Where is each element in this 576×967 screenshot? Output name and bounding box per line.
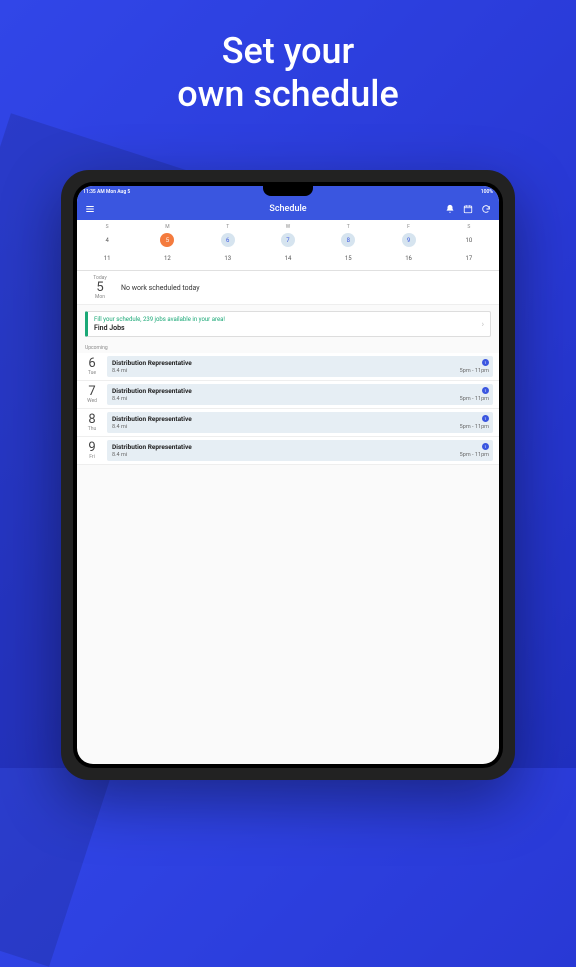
calendar-day[interactable]: 10 [439, 232, 499, 248]
job-distance: 8.4 mi [112, 452, 488, 458]
dow-label: S [439, 224, 499, 230]
job-distance: 8.4 mi [112, 396, 488, 402]
job-time: 5pm - 11pm [460, 368, 489, 374]
job-card[interactable]: Distribution Representative8.4 mi 1 5pm - … [107, 384, 493, 405]
job-title: Distribution Representative [112, 387, 488, 395]
job-distance: 8.4 mi [112, 368, 488, 374]
job-date-num: 9 [77, 441, 107, 454]
today-dow: Mon [85, 294, 115, 300]
dow-label: M [137, 224, 197, 230]
status-battery: 100% [481, 189, 493, 195]
calendar-day-num: 9 [402, 233, 416, 247]
job-badge: 1 [482, 443, 489, 450]
tablet-bezel: 11:35 AM Mon Aug 5 100% Schedule SMTWT [73, 182, 503, 768]
calendar-day[interactable]: 4 [77, 232, 137, 248]
calendar-day[interactable]: 8 [318, 232, 378, 248]
job-card[interactable]: Distribution Representative8.4 mi 1 5pm - … [107, 440, 493, 461]
job-date: 8Thu [77, 409, 107, 436]
job-card[interactable]: Distribution Representative8.4 mi 1 5pm - … [107, 412, 493, 433]
notch [263, 186, 313, 196]
job-date-dow: Wed [77, 398, 107, 404]
calendar-day[interactable]: 12 [137, 250, 197, 266]
refresh-icon[interactable] [481, 204, 491, 214]
today-message: No work scheduled today [115, 284, 200, 292]
hero-line2: own schedule [177, 73, 399, 115]
calendar-day[interactable]: 9 [378, 232, 438, 248]
calendar-day-num: 4 [100, 233, 114, 247]
job-title: Distribution Representative [112, 359, 488, 367]
job-badge: 1 [482, 359, 489, 366]
dow-label: F [378, 224, 438, 230]
bell-icon[interactable] [445, 204, 455, 214]
calendar-day[interactable]: 6 [198, 232, 258, 248]
calendar-day-num: 6 [221, 233, 235, 247]
job-date-num: 8 [77, 413, 107, 426]
job-card[interactable]: Distribution Representative8.4 mi 1 5pm - … [107, 356, 493, 377]
hero-line1: Set your [222, 30, 355, 72]
job-title: Distribution Representative [112, 415, 488, 423]
job-date-dow: Thu [77, 426, 107, 432]
today-date: Today 5 Mon [85, 275, 115, 300]
calendar-day-num: 7 [281, 233, 295, 247]
calendar-day[interactable]: 5 [137, 232, 197, 248]
calendar-day[interactable]: 16 [378, 250, 438, 266]
chevron-right-icon: › [482, 320, 484, 329]
status-time: 11:35 AM Mon Aug 5 [83, 189, 130, 195]
job-date: 6Tue [77, 353, 107, 380]
calendar-day[interactable]: 13 [198, 250, 258, 266]
job-date-num: 7 [77, 385, 107, 398]
job-badge: 1 [482, 387, 489, 394]
tablet-frame: 11:35 AM Mon Aug 5 100% Schedule SMTWT [61, 170, 515, 780]
menu-icon[interactable] [85, 204, 95, 214]
job-title: Distribution Representative [112, 443, 488, 451]
dow-label: T [318, 224, 378, 230]
job-time: 5pm - 11pm [460, 396, 489, 402]
job-row: 8Thu Distribution Representative8.4 mi 1 5p… [77, 409, 499, 437]
calendar-day-num: 5 [160, 233, 174, 247]
job-date-dow: Fri [77, 454, 107, 460]
job-distance: 8.4 mi [112, 424, 488, 430]
job-row: 9Fri Distribution Representative8.4 mi 1 5p… [77, 437, 499, 465]
dow-label: W [258, 224, 318, 230]
calendar-day[interactable]: 17 [439, 250, 499, 266]
calendar-day-num: 8 [341, 233, 355, 247]
job-date: 7Wed [77, 381, 107, 408]
job-date-num: 6 [77, 357, 107, 370]
job-time: 5pm - 11pm [460, 452, 489, 458]
calendar-day[interactable]: 14 [258, 250, 318, 266]
job-row: 7Wed Distribution Representative8.4 mi 1 5p… [77, 381, 499, 409]
top-bar: Schedule [77, 198, 499, 220]
job-date-dow: Tue [77, 370, 107, 376]
job-row: 6Tue Distribution Representative8.4 mi 1 5p… [77, 353, 499, 381]
calendar-day-num: 10 [462, 233, 476, 247]
calendar-strip: SMTWTFS 45678910 11121314151617 [77, 220, 499, 271]
today-row: Today 5 Mon No work scheduled today [77, 271, 499, 305]
calendar-day[interactable]: 15 [318, 250, 378, 266]
dow-label: S [77, 224, 137, 230]
app-screen: 11:35 AM Mon Aug 5 100% Schedule SMTWT [77, 186, 499, 764]
today-num: 5 [85, 281, 115, 294]
job-badge: 1 [482, 415, 489, 422]
promo-text: Fill your schedule, 239 jobs available i… [94, 316, 484, 323]
promo-cta: Find Jobs [94, 324, 484, 332]
upcoming-header: Upcoming [77, 343, 499, 353]
calendar-day[interactable]: 11 [77, 250, 137, 266]
calendar-day[interactable]: 7 [258, 232, 318, 248]
calendar-icon[interactable] [463, 204, 473, 214]
dow-label: T [198, 224, 258, 230]
hero-title: Set your own schedule [0, 0, 576, 144]
page-title: Schedule [269, 204, 306, 214]
job-time: 5pm - 11pm [460, 424, 489, 430]
job-date: 9Fri [77, 437, 107, 464]
find-jobs-promo[interactable]: Fill your schedule, 239 jobs available i… [85, 311, 491, 337]
